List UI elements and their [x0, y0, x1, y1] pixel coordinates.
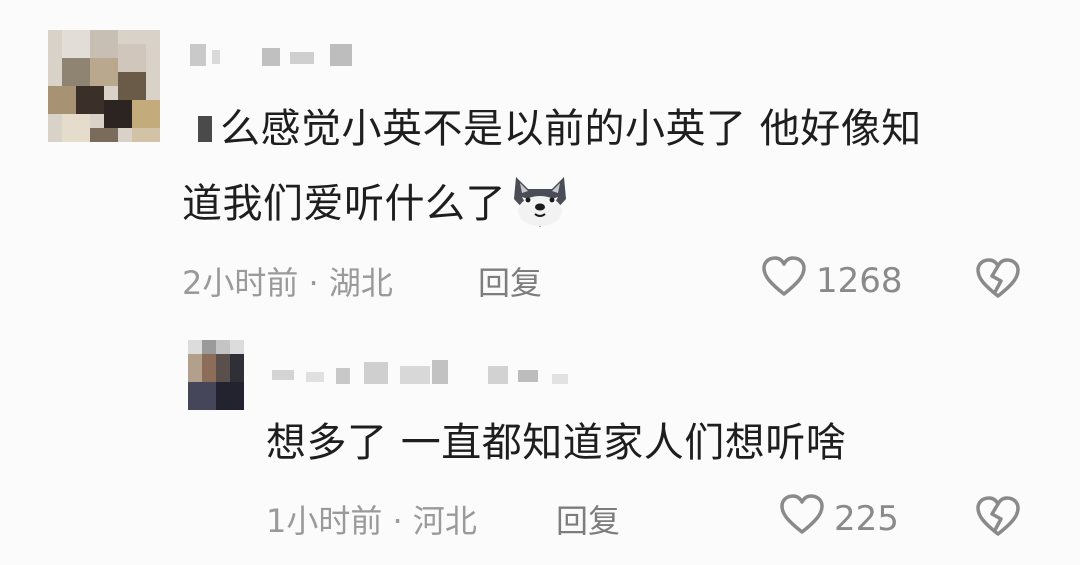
comment-text: 么感觉小英不是以前的小英了 他好像知 — [220, 92, 922, 167]
reply-button[interactable]: 回复 — [478, 258, 542, 304]
comment-text-line: 么感觉小英不是以前的小英了 他好像知 — [220, 106, 922, 152]
comment-meta: 2小时前 · 湖北 — [182, 258, 393, 304]
dislike-button[interactable] — [974, 256, 1022, 304]
location: 河北 — [412, 502, 477, 540]
dislike-button[interactable] — [974, 494, 1022, 542]
comment-text-line: 想多了 一直都知道家人们想听啥 — [266, 420, 847, 466]
comment-text: 道我们爱听什么了 — [182, 167, 572, 254]
timestamp: 2小时前 — [182, 264, 299, 302]
like-button[interactable]: 225 — [778, 492, 899, 545]
wolf-face-emoji-icon — [508, 173, 572, 254]
avatar[interactable] — [48, 30, 160, 142]
username-blurred[interactable] — [190, 44, 380, 68]
reply-button[interactable]: 回复 — [556, 496, 620, 542]
username-blurred[interactable] — [272, 360, 592, 390]
like-count: 1268 — [816, 260, 903, 301]
timestamp: 1小时前 — [266, 502, 383, 540]
blurred-character — [198, 116, 212, 142]
meta-separator: · — [308, 264, 319, 302]
like-button[interactable]: 1268 — [760, 254, 903, 307]
comment-meta: 1小时前 · 河北 — [266, 496, 477, 542]
broken-heart-icon — [974, 258, 1022, 304]
broken-heart-icon — [974, 496, 1022, 542]
avatar[interactable] — [188, 340, 244, 410]
comment-text-line: 道我们爱听什么了 — [182, 181, 506, 227]
location: 湖北 — [328, 264, 393, 302]
heart-outline-icon — [778, 492, 826, 545]
heart-outline-icon — [760, 254, 808, 307]
like-count: 225 — [834, 498, 899, 539]
comment-text: 想多了 一直都知道家人们想听啥 — [266, 406, 846, 481]
meta-separator: · — [392, 502, 403, 540]
